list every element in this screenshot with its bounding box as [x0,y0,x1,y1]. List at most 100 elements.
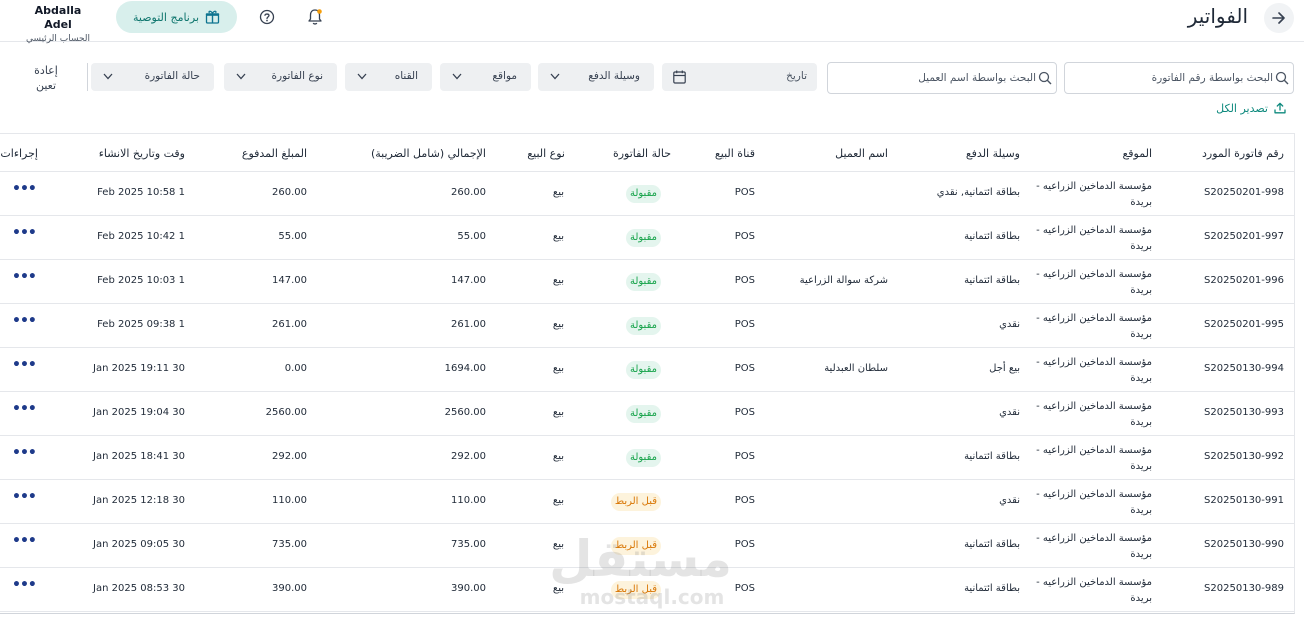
cell-sales-channel: POS [734,583,755,594]
row-actions-more-icon[interactable]: ••• [12,534,37,554]
invoice-number-search-input[interactable] [1065,72,1273,84]
table-row[interactable]: S20250130-990 مؤسسة الدماخين الزراعيه - ب… [0,524,1295,568]
header-supplier-invoice-no[interactable]: رقم فاتورة المورد [1202,147,1284,160]
header-sale-type[interactable]: نوع البيع [527,147,565,160]
cell-location: مؤسسة الدماخين الزراعيه - بريدة [1036,357,1152,384]
table-row[interactable]: S20250130-993 مؤسسة الدماخين الزراعيه - ب… [0,392,1295,436]
help-icon[interactable] [259,9,275,25]
cell-sale-type: بيع [552,583,564,594]
table-row[interactable]: S20250130-989 مؤسسة الدماخين الزراعيه - ب… [0,568,1295,612]
table-row[interactable]: S20250130-991 مؤسسة الدماخين الزراعيه - ب… [0,480,1295,524]
notifications-bell-icon[interactable] [307,8,323,26]
cell-total: 55.00 [457,231,486,242]
channel-dropdown[interactable]: القناه [345,63,432,91]
status-badge: قبل الربط [610,581,661,599]
invoice-status-dropdown-label: حالة الفاتورة [144,70,200,82]
cell-payment-method: بطاقة ائتمانية, نقدي [936,187,1020,198]
invoice-status-dropdown[interactable]: حالة الفاتورة [91,63,214,91]
reset-filters-button[interactable]: إعادة تعين [32,63,60,93]
cell-total: 1694.00 [444,363,486,374]
table-header: رقم فاتورة المورد الموقع وسيلة الدفع اسم… [0,134,1295,172]
payment-method-dropdown[interactable]: وسيلة الدفع [538,63,654,91]
header-created-at[interactable]: وقت وتاريخ الانشاء [99,147,185,160]
cell-supplier-invoice-no: S20250201-998 [1204,187,1284,198]
status-badge: مقبولة [625,405,661,423]
cell-sales-channel: POS [734,363,755,374]
referral-program-button[interactable]: برنامج التوصية [116,1,237,33]
cell-payment-method: بطاقة ائتمانية [964,275,1020,286]
status-badge: قبل الربط [610,537,661,555]
cell-sales-channel: POS [734,407,755,418]
gift-icon [205,10,220,24]
row-actions-more-icon[interactable]: ••• [12,358,37,378]
header-invoice-status[interactable]: حالة الفاتورة [613,147,671,160]
row-actions-more-icon[interactable]: ••• [12,182,37,202]
invoice-number-search[interactable] [1064,62,1294,94]
cell-paid-amount: 110.00 [272,495,307,506]
row-actions-more-icon[interactable]: ••• [12,446,37,466]
cell-created-at: 30 Jan 2025 09:05 [93,539,185,550]
table-row[interactable]: S20250201-997 مؤسسة الدماخين الزراعيه - ب… [0,216,1295,260]
calendar-icon [673,70,686,84]
table-row[interactable]: S20250201-998 مؤسسة الدماخين الزراعيه - ب… [0,172,1295,216]
cell-sale-type: بيع [552,231,564,242]
table-row[interactable]: S20250130-994 مؤسسة الدماخين الزراعيه - ب… [0,348,1295,392]
customer-name-search-input[interactable] [828,72,1036,84]
filter-divider [87,63,88,91]
cell-supplier-invoice-no: S20250130-990 [1204,539,1284,550]
channel-dropdown-label: القناه [394,70,418,82]
export-all-label: تصدير الكل [1216,101,1268,115]
cell-supplier-invoice-no: S20250130-989 [1204,583,1284,594]
cell-created-at: 1 Feb 2025 10:58 [97,187,185,198]
row-actions-more-icon[interactable]: ••• [12,402,37,422]
cell-created-at: 30 Jan 2025 19:04 [93,407,185,418]
invoice-type-dropdown-label: نوع الفاتورة [271,70,324,82]
cell-location: مؤسسة الدماخين الزراعيه - بريدة [1036,445,1152,472]
status-badge: مقبولة [625,185,661,203]
chevron-down-icon [550,73,560,80]
chevron-down-icon [236,73,246,80]
header-paid-amount[interactable]: المبلغ المدفوع [242,147,307,160]
account-label: الحساب الرئيسي [25,34,91,44]
cell-total: 261.00 [451,319,486,330]
header-location[interactable]: الموقع [1122,147,1152,160]
cell-location: مؤسسة الدماخين الزراعيه - بريدة [1036,401,1152,428]
header-customer-name[interactable]: اسم العميل [835,147,888,160]
cell-created-at: 1 Feb 2025 09:38 [97,319,185,330]
cell-payment-method: بطاقة ائتمانية [964,231,1020,242]
header-total-incl-tax[interactable]: الإجمالي (شامل الضريبة) [371,147,486,160]
header-sales-channel[interactable]: قناة البيع [715,147,755,160]
export-all-button[interactable]: تصدير الكل [1214,99,1286,117]
locations-dropdown[interactable]: مواقع [440,63,531,91]
table-row[interactable]: S20250201-995 مؤسسة الدماخين الزراعيه - ب… [0,304,1295,348]
user-account-menu[interactable]: Abdalla Adel الحساب الرئيسي [20,4,96,46]
invoice-type-dropdown[interactable]: نوع الفاتورة [224,63,337,91]
back-button[interactable] [1264,3,1294,33]
row-actions-more-icon[interactable]: ••• [12,314,37,334]
cell-supplier-invoice-no: S20250130-992 [1204,451,1284,462]
cell-total: 390.00 [451,583,486,594]
cell-sale-type: بيع [552,319,564,330]
cell-total: 110.00 [451,495,486,506]
upload-icon [1274,102,1286,114]
status-badge: مقبولة [625,317,661,335]
row-actions-more-icon[interactable]: ••• [12,490,37,510]
search-icon [1275,71,1289,85]
date-filter-label: تاريخ [786,70,807,82]
header-payment-method[interactable]: وسيلة الدفع [966,147,1020,160]
row-actions-more-icon[interactable]: ••• [12,226,37,246]
cell-sales-channel: POS [734,187,755,198]
customer-name-search[interactable] [827,62,1057,94]
date-filter[interactable]: تاريخ [662,63,817,91]
cell-sale-type: بيع [552,407,564,418]
reset-label-line1: إعادة [34,64,58,77]
cell-sale-type: بيع [552,363,564,374]
table-row[interactable]: S20250201-996 مؤسسة الدماخين الزراعيه - ب… [0,260,1295,304]
cell-paid-amount: 2560.00 [265,407,307,418]
row-actions-more-icon[interactable]: ••• [12,578,37,598]
cell-created-at: 1 Feb 2025 10:03 [97,275,185,286]
row-actions-more-icon[interactable]: ••• [12,270,37,290]
table-row[interactable]: S20250130-992 مؤسسة الدماخين الزراعيه - ب… [0,436,1295,480]
cell-paid-amount: 390.00 [272,583,307,594]
status-badge: مقبولة [625,449,661,467]
